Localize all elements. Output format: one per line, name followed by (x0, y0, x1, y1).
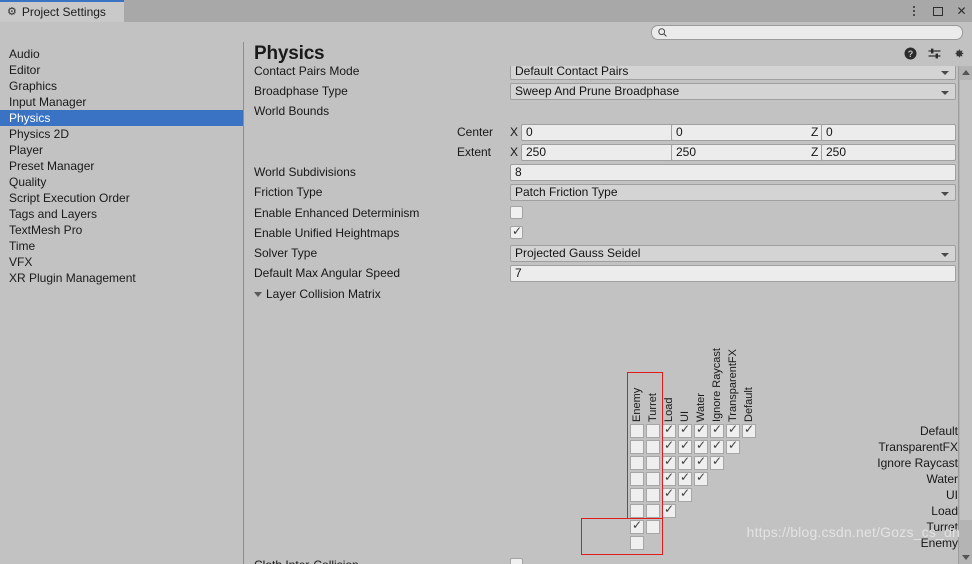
sidebar-item-label: Physics 2D (9, 127, 70, 141)
sidebar-item-label: Editor (9, 63, 41, 77)
sidebar-item-label: Time (9, 239, 36, 253)
matrix-cell-ignore-raycast-ignore-raycast[interactable] (710, 454, 724, 470)
search-icon (658, 28, 667, 37)
sidebar-item-label: Tags and Layers (9, 207, 98, 221)
sidebar-item-physics[interactable]: Physics (0, 110, 243, 126)
matrix-cell-default-water[interactable] (694, 422, 708, 438)
sidebar-item-input-manager[interactable]: Input Manager (0, 94, 243, 110)
help-icon[interactable]: ? (904, 47, 917, 60)
vertical-scrollbar[interactable] (958, 66, 972, 564)
matrix-cell-transparentfx-load[interactable] (662, 438, 676, 454)
matrix-cell-water-load[interactable] (662, 470, 676, 486)
highlight-new-columns (627, 372, 663, 519)
sidebar-item-label: Audio (9, 47, 40, 61)
header-icon-group: ? (904, 47, 965, 60)
sidebar-item-quality[interactable]: Quality (0, 174, 243, 190)
svg-text:?: ? (908, 49, 914, 59)
matrix-cell-ignore-raycast-ui[interactable] (678, 454, 692, 470)
gear-icon: ⚙ (7, 5, 17, 18)
detail-header: Physics ? (245, 42, 972, 68)
sidebar-item-label: VFX (9, 255, 33, 269)
tab-label: Project Settings (21, 5, 106, 19)
window-controls: ✕ (907, 0, 968, 22)
layer-collision-matrix: Enemy Turret Load UI Water Ignore Raycas… (245, 66, 958, 555)
matrix-col-header-load: Load (663, 397, 675, 422)
sidebar-item-label: TextMesh Pro (9, 223, 83, 237)
vertical-dots-icon (912, 6, 915, 16)
matrix-col-header-transparentfx: TransparentFX (727, 349, 739, 422)
matrix-cell-ignore-raycast-load[interactable] (662, 454, 676, 470)
sidebar-item-player[interactable]: Player (0, 142, 243, 158)
sidebar-item-label: XR Plugin Management (9, 271, 136, 285)
sidebar-item-time[interactable]: Time (0, 238, 243, 254)
sidebar-item-label: Script Execution Order (9, 191, 130, 205)
search-input[interactable] (671, 26, 956, 39)
cloth-inter-collision-label: Cloth Inter-Collision (254, 557, 359, 564)
sidebar-item-audio[interactable]: Audio (0, 46, 243, 62)
matrix-cell-ui-ui[interactable] (678, 486, 692, 502)
matrix-col-header-water: Water (695, 393, 707, 422)
matrix-cell-default-ignore-raycast[interactable] (710, 422, 724, 438)
more-options-button[interactable] (907, 4, 920, 18)
settings-detail-panel: Physics ? Contact Pairs Mode Default Con… (245, 42, 972, 564)
scrollbar-thumb[interactable] (960, 80, 972, 520)
matrix-cell-transparentfx-ui[interactable] (678, 438, 692, 454)
watermark-text: https://blog.csdn.net/Gozs_cs_dn (746, 524, 960, 540)
sidebar-item-label: Physics (9, 111, 51, 125)
matrix-col-header-ui: UI (679, 411, 691, 422)
matrix-cell-water-water[interactable] (694, 470, 708, 486)
sidebar-item-label: Input Manager (9, 95, 87, 109)
matrix-cell-default-transparentfx[interactable] (726, 422, 740, 438)
sidebar-item-label: Quality (9, 175, 47, 189)
preset-icon[interactable] (928, 47, 941, 60)
matrix-cell-default-load[interactable] (662, 422, 676, 438)
project-settings-window: ⚙ Project Settings ✕ Audio Editor Graphi… (0, 0, 972, 564)
sidebar-item-script-execution-order[interactable]: Script Execution Order (0, 190, 243, 206)
settings-sidebar: Audio Editor Graphics Input Manager Phys… (0, 42, 244, 564)
settings-form: Contact Pairs Mode Default Contact Pairs… (245, 66, 958, 564)
page-title: Physics (254, 43, 325, 64)
sidebar-item-physics-2d[interactable]: Physics 2D (0, 126, 243, 142)
toolbar (0, 22, 972, 42)
sidebar-item-tags-and-layers[interactable]: Tags and Layers (0, 206, 243, 222)
sidebar-item-xr-plugin-management[interactable]: XR Plugin Management (0, 270, 243, 286)
close-button[interactable]: ✕ (955, 4, 968, 18)
matrix-col-header-ignore-raycast: Ignore Raycast (711, 348, 723, 422)
tab-project-settings[interactable]: ⚙ Project Settings (0, 0, 124, 22)
sidebar-item-label: Graphics (9, 79, 58, 93)
maximize-button[interactable] (931, 4, 944, 18)
scroll-up-arrow-icon[interactable] (962, 70, 970, 75)
highlight-new-rows (581, 518, 663, 555)
matrix-cell-transparentfx-transparentfx[interactable] (726, 438, 740, 454)
matrix-cell-transparentfx-water[interactable] (694, 438, 708, 454)
cloth-inter-collision-checkbox[interactable] (510, 558, 523, 564)
search-box[interactable] (651, 25, 963, 40)
title-bar: ⚙ Project Settings ✕ (0, 0, 972, 22)
sidebar-item-textmesh-pro[interactable]: TextMesh Pro (0, 222, 243, 238)
matrix-cell-ignore-raycast-water[interactable] (694, 454, 708, 470)
square-icon (932, 6, 943, 16)
scroll-down-arrow-icon[interactable] (962, 555, 970, 560)
close-icon: ✕ (956, 4, 967, 18)
settings-gear-icon[interactable] (952, 47, 965, 60)
matrix-cell-ui-load[interactable] (662, 486, 676, 502)
matrix-col-header-default: Default (743, 387, 755, 422)
sidebar-item-label: Preset Manager (9, 159, 95, 173)
sidebar-item-vfx[interactable]: VFX (0, 254, 243, 270)
matrix-cell-default-ui[interactable] (678, 422, 692, 438)
matrix-cell-default-default[interactable] (742, 422, 756, 438)
matrix-cell-transparentfx-ignore-raycast[interactable] (710, 438, 724, 454)
sidebar-item-graphics[interactable]: Graphics (0, 78, 243, 94)
matrix-cell-water-ui[interactable] (678, 470, 692, 486)
sidebar-item-label: Player (9, 143, 44, 157)
sidebar-item-preset-manager[interactable]: Preset Manager (0, 158, 243, 174)
sidebar-item-editor[interactable]: Editor (0, 62, 243, 78)
matrix-cell-load-load[interactable] (662, 502, 676, 518)
